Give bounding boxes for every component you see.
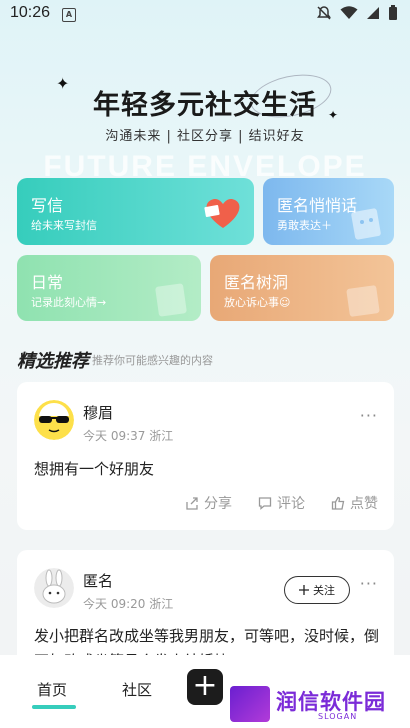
follow-label: 关注 bbox=[313, 584, 335, 597]
plus-icon bbox=[299, 585, 309, 595]
rabbit-avatar-icon bbox=[34, 568, 74, 608]
section-subtitle: 推荐你可能感兴趣的内容 bbox=[92, 354, 213, 367]
post-meta: 今天 09:20 浙江 bbox=[83, 597, 174, 611]
post-card[interactable]: 穆眉 今天 09:37 浙江 ··· 想拥有一个好朋友 分享 评论 点赞 bbox=[17, 382, 394, 530]
post-username[interactable]: 穆眉 bbox=[83, 402, 113, 423]
section-title: 精选推荐 bbox=[17, 351, 89, 372]
note-icon bbox=[346, 285, 380, 317]
card-tree-hole[interactable]: 匿名树洞 放心诉心事☺ bbox=[210, 255, 394, 321]
post-actions: 分享 评论 点赞 bbox=[185, 493, 378, 513]
comment-button[interactable]: 评论 bbox=[258, 493, 305, 513]
mask-icon bbox=[351, 208, 381, 240]
create-post-button[interactable]: + bbox=[187, 669, 223, 705]
post-content: 想拥有一个好朋友 bbox=[34, 460, 155, 478]
share-button[interactable]: 分享 bbox=[185, 493, 232, 513]
more-options-button[interactable]: ··· bbox=[360, 574, 378, 593]
card-anonymous-whisper[interactable]: 匿名悄悄话 勇敢表达＋ bbox=[263, 178, 394, 245]
brand-watermark: 润信软件园 SLOGAN bbox=[228, 684, 408, 724]
brand-logo-icon bbox=[230, 686, 270, 722]
avatar[interactable] bbox=[34, 568, 74, 608]
status-bar: 10:26 A bbox=[0, 0, 410, 28]
post-username[interactable]: 匿名 bbox=[83, 570, 113, 591]
tab-community[interactable]: 社区 bbox=[122, 679, 152, 700]
heart-envelope-icon bbox=[204, 198, 240, 228]
share-icon bbox=[186, 497, 198, 510]
like-label: 点赞 bbox=[350, 496, 378, 512]
card-title: 写信 bbox=[31, 196, 64, 215]
sunglasses-avatar-icon bbox=[34, 400, 74, 440]
wifi-icon bbox=[340, 6, 358, 19]
tab-active-indicator bbox=[32, 705, 76, 709]
card-daily[interactable]: 日常 记录此刻心情→ bbox=[17, 255, 201, 321]
card-title: 日常 bbox=[31, 273, 64, 292]
card-subtitle: 放心诉心事☺ bbox=[224, 296, 291, 309]
comment-icon bbox=[258, 497, 272, 510]
avatar[interactable] bbox=[34, 400, 74, 440]
card-title: 匿名悄悄话 bbox=[277, 196, 358, 215]
card-subtitle: 记录此刻心情→ bbox=[31, 296, 107, 309]
hero-subtitle: 沟通未来 | 社区分享 | 结识好友 bbox=[105, 129, 305, 144]
signal-icon bbox=[367, 7, 379, 19]
card-subtitle: 勇敢表达＋ bbox=[277, 219, 332, 232]
status-time: 10:26 bbox=[10, 4, 51, 21]
card-subtitle: 给未来写封信 bbox=[31, 219, 97, 232]
mute-bell-icon bbox=[317, 6, 331, 20]
brand-slogan: SLOGAN bbox=[318, 712, 358, 721]
like-button[interactable]: 点赞 bbox=[331, 493, 378, 513]
card-write-letter[interactable]: 写信 给未来写封信 bbox=[17, 178, 254, 245]
card-title: 匿名树洞 bbox=[224, 273, 289, 292]
status-icons bbox=[316, 5, 398, 21]
tab-home[interactable]: 首页 bbox=[37, 679, 67, 700]
notification-icon: A bbox=[62, 8, 76, 22]
more-options-button[interactable]: ··· bbox=[360, 406, 378, 425]
follow-button[interactable]: 关注 bbox=[284, 576, 350, 604]
post-meta: 今天 09:37 浙江 bbox=[83, 429, 174, 443]
thumbs-up-icon bbox=[331, 496, 345, 510]
hero-title: 年轻多元社交生活 bbox=[93, 90, 317, 121]
battery-icon bbox=[389, 5, 397, 20]
notebook-icon bbox=[155, 283, 187, 317]
share-label: 分享 bbox=[204, 496, 232, 512]
comment-label: 评论 bbox=[277, 496, 305, 512]
